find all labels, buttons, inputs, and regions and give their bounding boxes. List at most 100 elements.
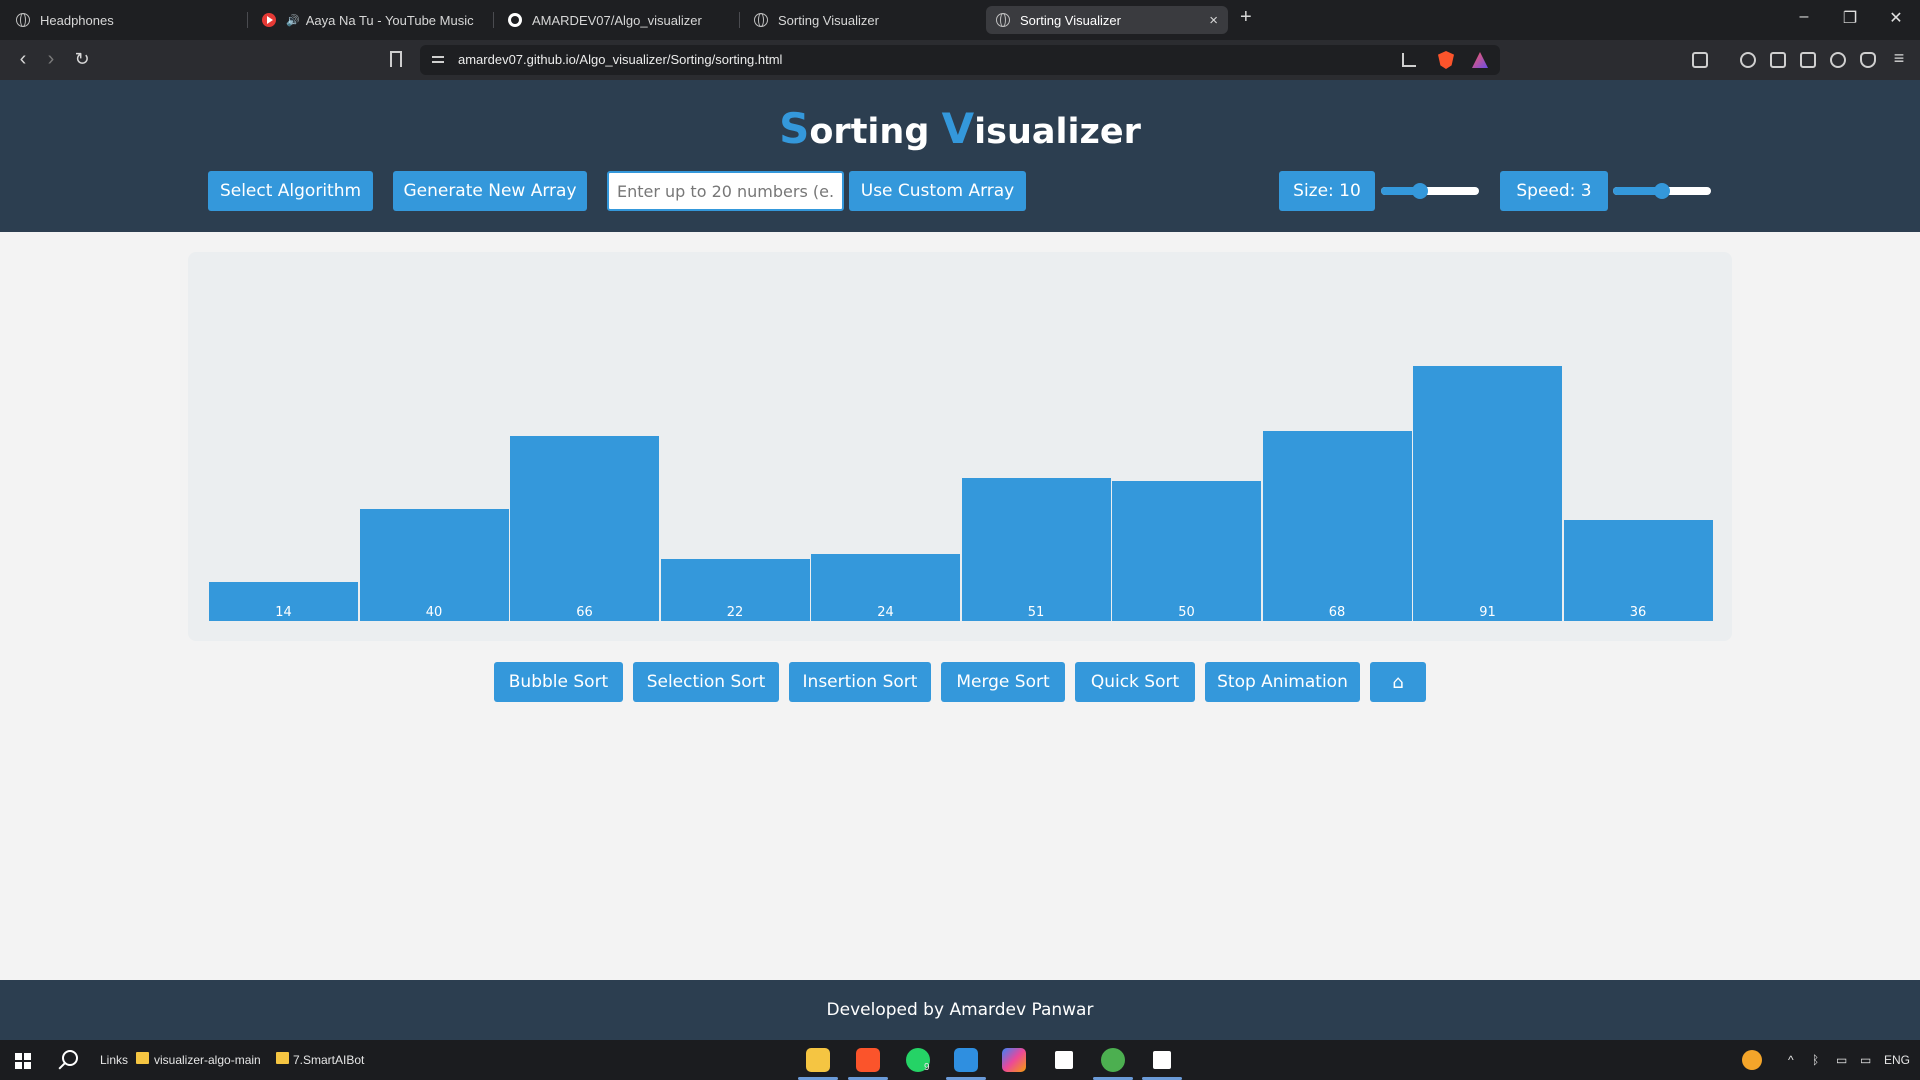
tab-github-repo[interactable]: AMARDEV07/Algo_visualizer [498,6,738,34]
site-info-icon[interactable] [432,53,446,65]
tab-title: AMARDEV07/Algo_visualizer [532,12,702,28]
forward-icon[interactable]: › [40,49,62,69]
close-window-button[interactable]: ✕ [1886,8,1906,28]
brave-shields-icon[interactable] [1438,51,1454,69]
array-bar: 50 [1112,481,1261,621]
bluetooth-icon[interactable]: ᛒ [1812,1053,1819,1067]
tab-title: Headphones [40,12,114,28]
close-tab-icon[interactable]: × [1209,12,1218,29]
back-icon[interactable]: ‹ [12,49,34,69]
tab-title: Sorting Visualizer [1020,12,1121,28]
globe-icon [754,13,768,27]
bar-value-label: 14 [275,605,292,620]
bar-value-label: 22 [726,605,744,620]
bookmark-icon[interactable] [390,51,402,67]
links-toolbar-label[interactable]: Links [100,1053,128,1067]
whatsapp-badge: 9 [924,1062,930,1073]
language-indicator[interactable]: ENG [1884,1053,1910,1067]
windows-start-icon[interactable] [15,1053,31,1069]
taskbar-folder-visualizer-algo-main[interactable]: visualizer-algo-main [154,1053,261,1067]
bar-value-label: 68 [1328,605,1346,620]
sidebar-icon[interactable] [1770,52,1786,68]
brave-browser-icon[interactable] [856,1048,880,1072]
array-bar: 91 [1413,366,1562,621]
copilot-icon[interactable] [1002,1048,1026,1072]
folder-icon [136,1052,149,1064]
tab-separator [739,12,740,28]
use-custom-array-button[interactable]: Use Custom Array [849,171,1026,211]
battery-icon[interactable]: ▭ [1860,1053,1871,1067]
stop-animation-button[interactable]: Stop Animation [1205,662,1360,702]
utorrent-icon[interactable] [1101,1048,1125,1072]
new-tab-button[interactable]: + [1240,6,1252,29]
custom-array-input[interactable] [607,171,844,211]
array-bar: 14 [209,582,358,621]
size-slider-thumb[interactable] [1412,183,1429,199]
array-bar: 51 [961,478,1111,621]
bar-value-label: 51 [1027,605,1045,620]
vpn-icon[interactable] [1860,52,1876,68]
tab-youtube-music[interactable]: 🔊 Aaya Na Tu - YouTube Music [252,6,492,34]
insertion-sort-button[interactable]: Insertion Sort [789,662,931,702]
browser-toolbar: ‹ › ↻ amardev07.github.io/Algo_visualize… [0,40,1920,80]
search-icon[interactable] [62,1050,78,1066]
browser-tab-bar: Headphones 🔊 Aaya Na Tu - YouTube Music … [0,0,1920,40]
notion-icon[interactable] [1052,1048,1076,1072]
array-bar-chart: 14 40 66 22 24 51 50 68 91 36 [188,252,1732,641]
share-icon[interactable] [1402,53,1416,67]
tab-title: Aaya Na Tu - YouTube Music [305,12,474,28]
vscode-icon[interactable] [954,1048,978,1072]
menu-icon[interactable]: ≡ [1888,48,1910,68]
brave-rewards-icon[interactable] [1472,52,1488,68]
array-bar: 66 [510,436,659,621]
generate-new-array-button[interactable]: Generate New Array [393,171,587,211]
taskbar-folder-smartaibot[interactable]: 7.SmartAIBot [293,1053,364,1067]
tab-title: Sorting Visualizer [778,12,879,28]
leo-ai-icon[interactable] [1830,52,1846,68]
wallet-icon[interactable] [1800,52,1816,68]
reload-icon[interactable]: ↻ [71,49,93,69]
size-slider[interactable] [1381,183,1479,199]
tab-sorting-visualizer-active[interactable]: Sorting Visualizer × [986,6,1228,34]
restore-button[interactable]: ❐ [1840,8,1860,28]
merge-sort-button[interactable]: Merge Sort [941,662,1065,702]
globe-icon [16,13,30,27]
tab-separator [493,12,494,28]
speed-slider-thumb[interactable] [1654,183,1670,199]
tab-sorting-visualizer[interactable]: Sorting Visualizer [744,6,984,34]
speed-slider[interactable] [1613,183,1711,199]
url-text[interactable]: amardev07.github.io/Algo_visualizer/Sort… [458,52,782,67]
quick-sort-button[interactable]: Quick Sort [1075,662,1195,702]
bar-value-label: 24 [877,605,894,620]
windows-taskbar: Links visualizer-algo-main 7.SmartAIBot … [0,1040,1920,1080]
screenshot-icon[interactable] [1692,52,1708,68]
size-label: Size: 10 [1279,171,1375,211]
music-icon[interactable] [1740,52,1756,68]
file-explorer-icon[interactable] [806,1048,830,1072]
chevron-up-icon[interactable]: ^ [1788,1053,1794,1067]
weather-icon[interactable] [1742,1050,1762,1070]
selection-sort-button[interactable]: Selection Sort [633,662,779,702]
home-icon[interactable]: ⌂ [1370,662,1426,702]
folder-icon [276,1052,289,1064]
network-icon[interactable]: ▭ [1836,1053,1847,1067]
site-header: Sorting Visualizer Select Algorithm Gene… [0,80,1920,232]
page-title: Sorting Visualizer [779,104,1141,153]
array-bar: 36 [1563,520,1713,621]
tab-headphones[interactable]: Headphones [6,6,246,34]
notion-icon[interactable] [1150,1048,1174,1072]
address-bar[interactable]: amardev07.github.io/Algo_visualizer/Sort… [420,45,1500,75]
youtube-music-icon [262,13,276,27]
tab-separator [247,12,248,28]
bar-value-label: 66 [576,605,593,620]
array-bar: 22 [660,559,810,621]
bar-value-label: 91 [1479,605,1496,620]
array-bar: 24 [811,554,960,621]
bar-value-label: 36 [1629,605,1647,620]
bubble-sort-button[interactable]: Bubble Sort [494,662,623,702]
site-footer: Developed by Amardev Panwar [0,980,1920,1040]
speaker-icon[interactable]: 🔊 [286,14,300,27]
select-algorithm-button[interactable]: Select Algorithm [208,171,373,211]
minimize-button[interactable]: – [1794,8,1814,26]
array-bar: 68 [1262,431,1412,621]
